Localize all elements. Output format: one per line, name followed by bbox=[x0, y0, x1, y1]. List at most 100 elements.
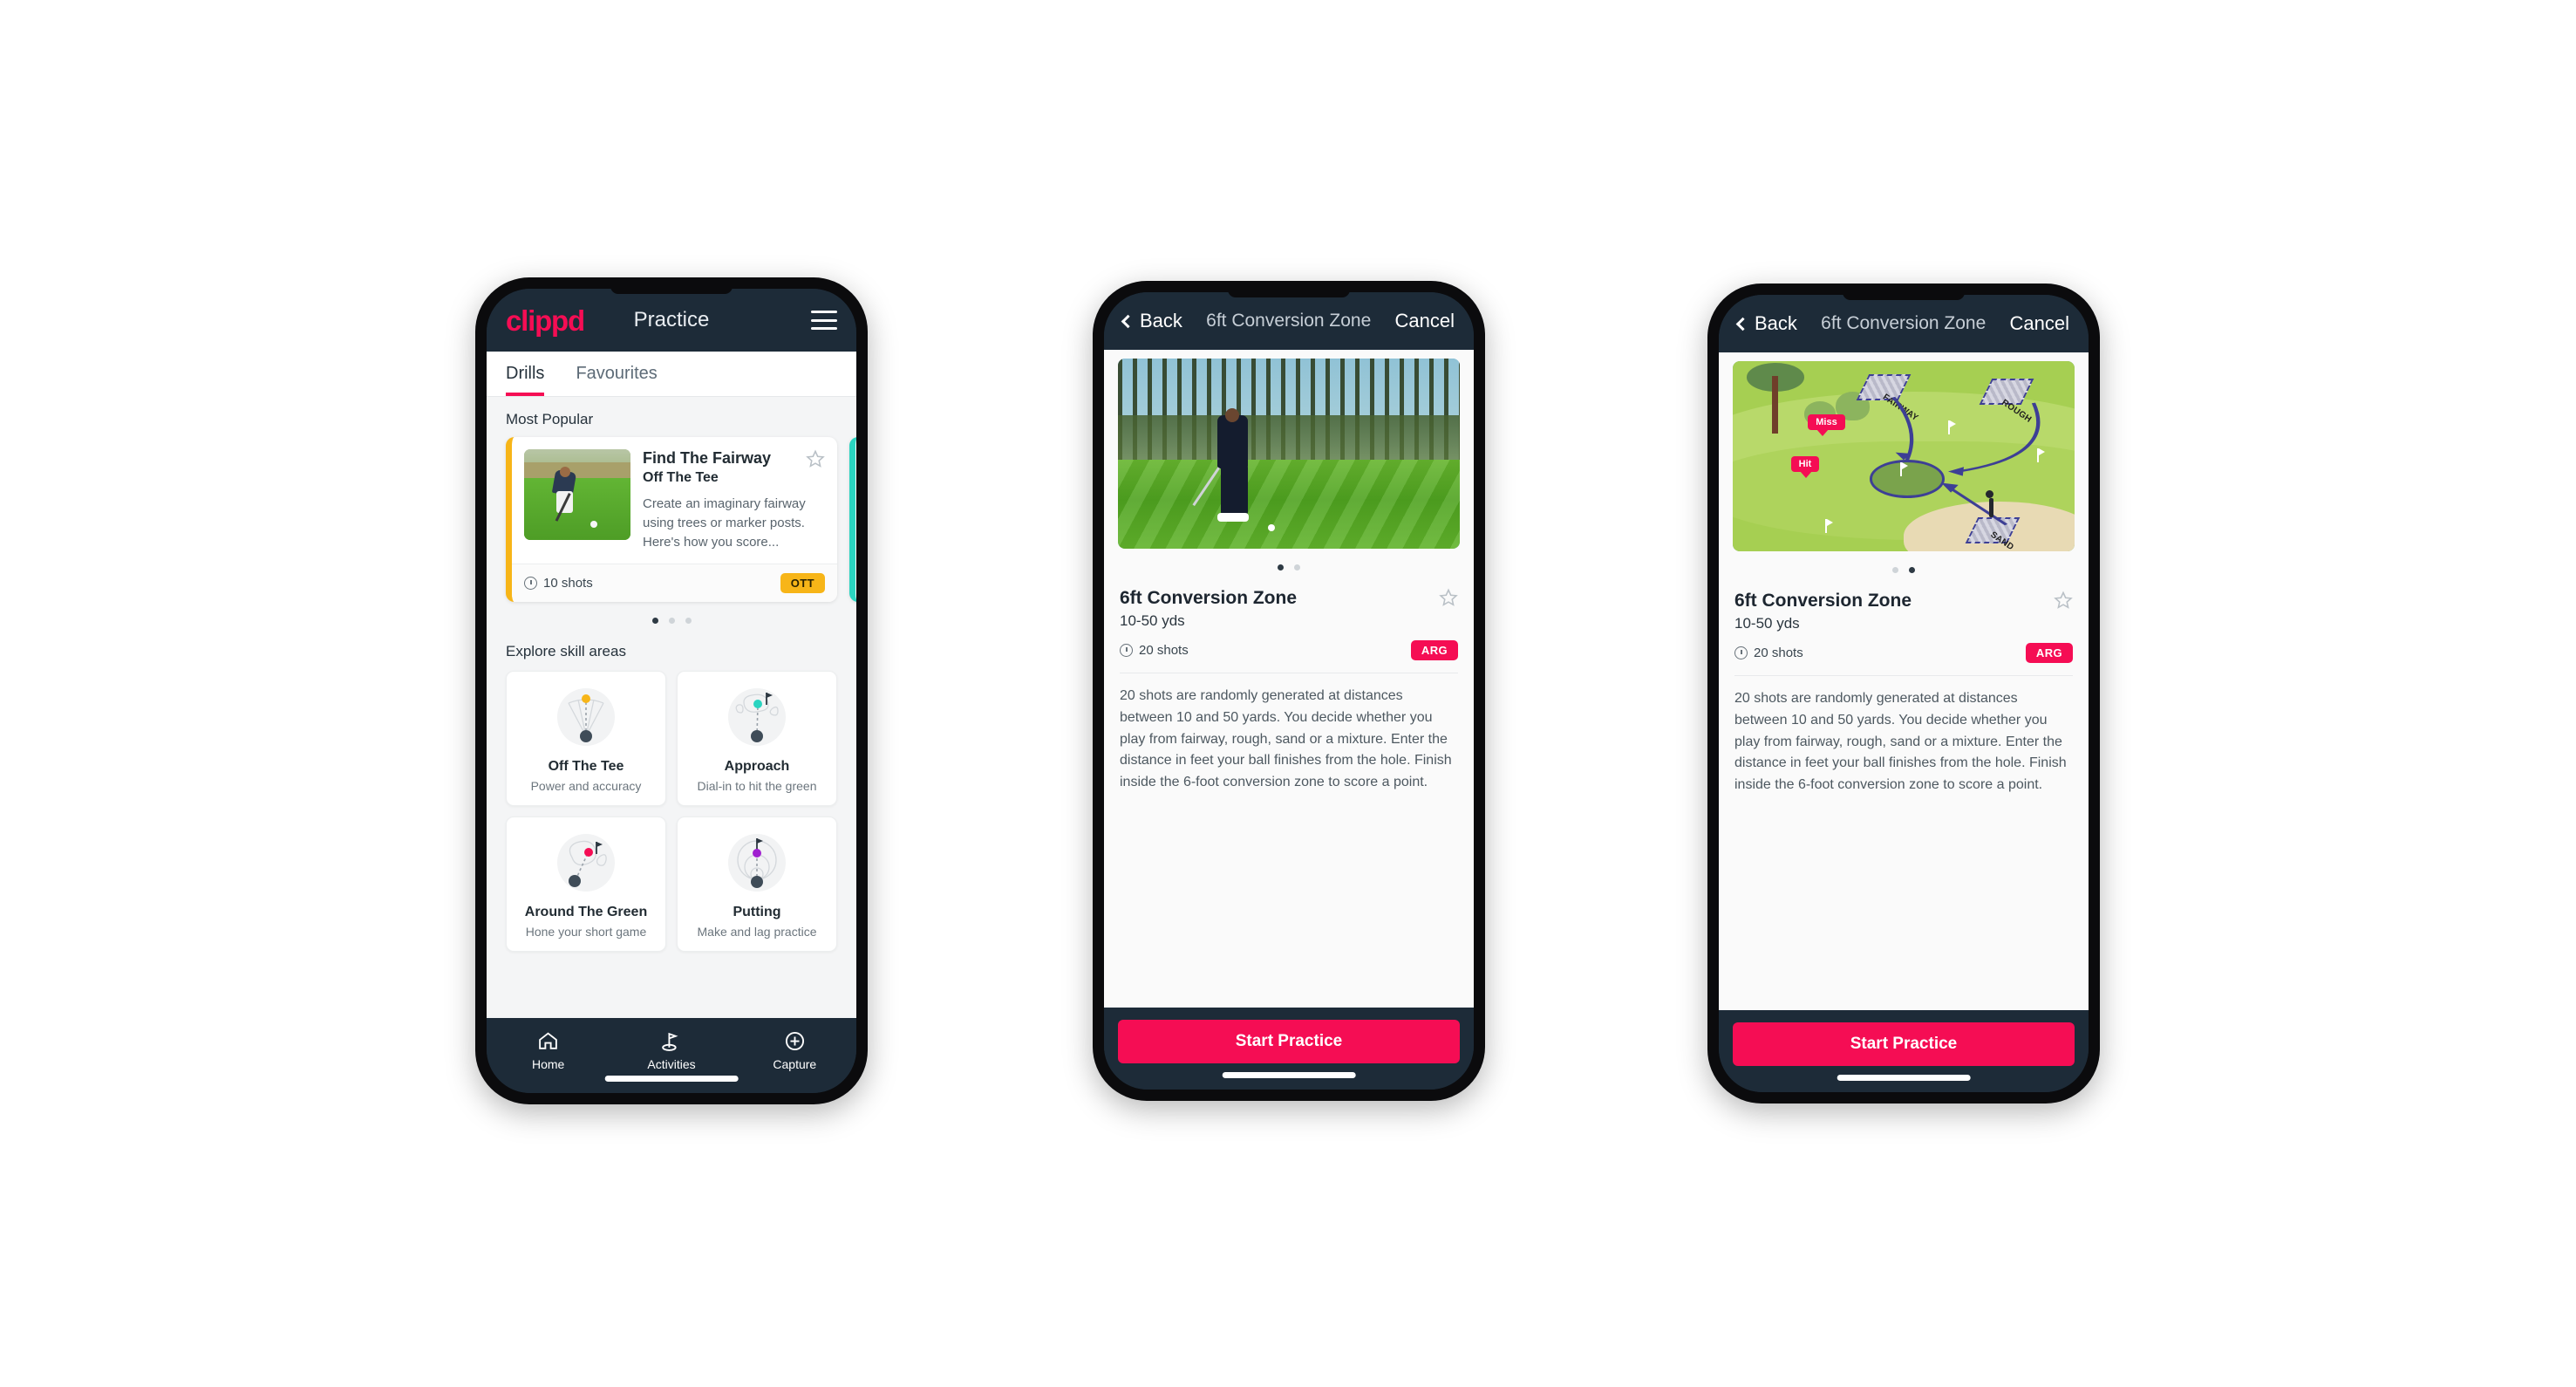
drill-title: Find The Fairway bbox=[643, 449, 772, 467]
carousel-dot[interactable] bbox=[1294, 564, 1300, 571]
home-indicator bbox=[604, 1076, 739, 1082]
detail-shots: 20 shots bbox=[1120, 643, 1189, 658]
skill-desc: Make and lag practice bbox=[697, 925, 817, 939]
app-bar: clippd Practice bbox=[487, 289, 856, 352]
detail-header: 6ft Conversion Zone 10-50 yds 20 shots A… bbox=[1118, 576, 1460, 673]
skill-card-putting[interactable]: Putting Make and lag practice bbox=[677, 816, 837, 953]
star-outline-icon[interactable] bbox=[2054, 591, 2073, 610]
carousel-dot[interactable] bbox=[1278, 564, 1284, 571]
drill-subtitle: Off The Tee bbox=[643, 470, 719, 485]
chip-green-icon bbox=[514, 831, 658, 896]
detail-header: 6ft Conversion Zone 10-50 yds 20 shots A… bbox=[1733, 578, 2075, 676]
tabbar-label: Capture bbox=[773, 1057, 817, 1071]
nav-bar: Back 6ft Conversion Zone Cancel bbox=[1719, 295, 2089, 352]
drill-shots-label: 10 shots bbox=[543, 576, 593, 591]
phone-notch bbox=[1228, 292, 1350, 297]
skill-area-grid: Off The Tee Power and accuracy Approach … bbox=[487, 669, 856, 966]
skill-card-around-the-green[interactable]: Around The Green Hone your short game bbox=[506, 816, 666, 953]
skill-name: Off The Tee bbox=[548, 759, 624, 775]
skill-desc: Power and accuracy bbox=[530, 779, 642, 794]
skill-name: Around The Green bbox=[524, 905, 648, 920]
carousel-dot[interactable] bbox=[685, 618, 692, 625]
chevron-left-icon bbox=[1735, 317, 1750, 331]
back-button[interactable]: Back bbox=[1735, 312, 1797, 335]
cancel-button[interactable]: Cancel bbox=[2010, 312, 2069, 335]
phone-drill-detail-diagram: Back 6ft Conversion Zone Cancel FAIRWAY … bbox=[1707, 284, 2100, 1103]
phone-notch bbox=[610, 289, 733, 294]
start-practice-button[interactable]: Start Practice bbox=[1733, 1022, 2075, 1066]
carousel-dot[interactable] bbox=[1909, 567, 1915, 573]
skill-badge-ott: OTT bbox=[780, 573, 825, 594]
carousel-dots[interactable] bbox=[487, 602, 856, 629]
drill-card[interactable]: Find The Fairway Off The Tee Create an i… bbox=[506, 437, 837, 603]
skill-badge-arg: ARG bbox=[2025, 643, 2073, 663]
detail-body[interactable]: 6ft Conversion Zone 10-50 yds 20 shots A… bbox=[1104, 350, 1474, 1008]
miss-marker: Miss bbox=[1808, 414, 1845, 437]
putting-rings-icon bbox=[685, 831, 829, 896]
skill-desc: Dial-in to hit the green bbox=[697, 779, 817, 794]
detail-description: 20 shots are randomly generated at dista… bbox=[1120, 688, 1452, 790]
tee-fan-icon bbox=[514, 686, 658, 750]
tab-favourites[interactable]: Favourites bbox=[576, 352, 669, 396]
tabbar-label: Activities bbox=[647, 1057, 696, 1071]
golf-course-diagram[interactable]: FAIRWAY ROUGH SAND Miss Hit bbox=[1733, 361, 2075, 551]
nav-bar: Back 6ft Conversion Zone Cancel bbox=[1104, 292, 1474, 350]
explore-skill-areas-label: Explore skill areas bbox=[506, 643, 626, 660]
tabbar-item-activities[interactable]: Activities bbox=[610, 1028, 733, 1071]
hamburger-icon[interactable] bbox=[811, 311, 837, 330]
clock-icon bbox=[524, 577, 537, 591]
home-indicator bbox=[1837, 1075, 1971, 1081]
clock-icon bbox=[1734, 646, 1748, 659]
detail-yards: 10-50 yds bbox=[1734, 615, 1800, 632]
skill-badge-arg: ARG bbox=[1410, 640, 1458, 660]
flag-pin-icon bbox=[1947, 420, 1956, 434]
start-practice-button[interactable]: Start Practice bbox=[1118, 1020, 1460, 1063]
approach-green-icon bbox=[685, 686, 829, 750]
skill-desc: Hone your short game bbox=[525, 925, 647, 939]
skill-card-approach[interactable]: Approach Dial-in to hit the green bbox=[677, 671, 837, 807]
scroll-body[interactable]: Most Popular Find The Fairway Off The Te… bbox=[487, 397, 856, 1018]
drill-video-still[interactable] bbox=[1118, 359, 1460, 549]
home-icon bbox=[487, 1028, 610, 1053]
detail-shots-label: 20 shots bbox=[1139, 643, 1189, 658]
drill-shots: 10 shots bbox=[524, 576, 593, 591]
screenshot-stage: clippd Practice Drills Favourites Most P… bbox=[0, 0, 2576, 1387]
cancel-button[interactable]: Cancel bbox=[1395, 310, 1455, 332]
clippd-logo[interactable]: clippd bbox=[506, 306, 585, 335]
back-button[interactable]: Back bbox=[1121, 310, 1182, 332]
detail-shots: 20 shots bbox=[1734, 646, 1803, 660]
tab-bar: Drills Favourites bbox=[487, 352, 856, 397]
carousel-dot[interactable] bbox=[668, 618, 675, 625]
nav-title: 6ft Conversion Zone bbox=[1206, 311, 1372, 331]
tabbar-item-home[interactable]: Home bbox=[487, 1028, 610, 1071]
detail-description: 20 shots are randomly generated at dista… bbox=[1734, 691, 2067, 793]
carousel-dot[interactable] bbox=[651, 618, 658, 625]
star-outline-icon[interactable] bbox=[806, 449, 825, 468]
nav-title: 6ft Conversion Zone bbox=[1821, 313, 1987, 333]
tabbar-label: Home bbox=[531, 1057, 565, 1071]
star-outline-icon[interactable] bbox=[1439, 588, 1458, 607]
skill-card-off-the-tee[interactable]: Off The Tee Power and accuracy bbox=[506, 671, 666, 807]
detail-title: 6ft Conversion Zone bbox=[1120, 588, 1298, 608]
detail-body[interactable]: FAIRWAY ROUGH SAND Miss Hit 6ft Conversi… bbox=[1719, 352, 2089, 1010]
most-popular-label: Most Popular bbox=[506, 411, 594, 427]
drill-thumbnail bbox=[524, 449, 630, 540]
hit-marker: Hit bbox=[1790, 456, 1820, 478]
home-indicator bbox=[1222, 1072, 1356, 1078]
carousel-dots[interactable] bbox=[1733, 551, 2075, 578]
drill-card-next-peek[interactable] bbox=[849, 437, 856, 603]
tab-drills[interactable]: Drills bbox=[506, 352, 556, 396]
phone-notch bbox=[1843, 295, 1965, 300]
skill-name: Putting bbox=[733, 905, 781, 920]
carousel-dots[interactable] bbox=[1118, 549, 1460, 576]
tabbar-item-capture[interactable]: Capture bbox=[733, 1028, 856, 1071]
drill-carousel[interactable]: Find The Fairway Off The Tee Create an i… bbox=[487, 437, 856, 603]
clock-icon bbox=[1120, 644, 1133, 657]
bottom-tab-bar: Home Activities Capture bbox=[487, 1018, 856, 1093]
plus-circle-icon bbox=[733, 1028, 856, 1053]
carousel-dot[interactable] bbox=[1892, 567, 1898, 573]
chevron-left-icon bbox=[1121, 314, 1135, 328]
flag-pin-icon bbox=[2036, 448, 2045, 463]
drill-description: Create an imaginary fairway using trees … bbox=[643, 496, 806, 550]
detail-yards: 10-50 yds bbox=[1120, 612, 1185, 629]
